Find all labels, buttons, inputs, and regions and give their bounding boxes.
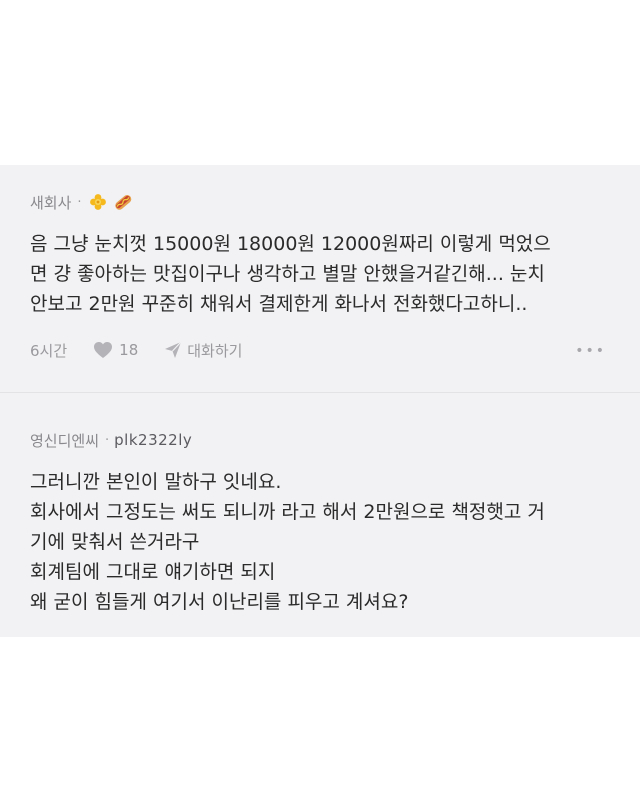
comment-line: 회사에서 그정도는 써도 되니까 라고 해서 2만원으로 책정햇고 거 [30, 501, 545, 523]
reply-label: 대화하기 [187, 341, 243, 360]
comment-line: 회계팀에 그대로 얘기하면 되지 [30, 561, 276, 583]
comment-body: 음 그냥 눈치껏 15000원 18000원 12000원짜리 이렇게 먹었으 … [30, 229, 610, 319]
author-name[interactable]: 새회사 [30, 192, 71, 213]
comment-body: 그러니깐 본인이 말하구 잇네요. 회사에서 그정도는 써도 되니까 라고 해서… [30, 467, 610, 617]
heart-icon [94, 342, 113, 358]
comment-header: 영신디엔씨 · plk2322ly [30, 427, 610, 453]
author-name[interactable]: 영신디엔씨 [30, 430, 99, 451]
comment-line: 기에 맞춰서 쓴거라구 [30, 531, 200, 553]
comment-line: 그러니깐 본인이 말하구 잇네요. [30, 471, 282, 493]
like-button[interactable]: 18 [93, 341, 138, 359]
reply-button[interactable]: 대화하기 [164, 340, 242, 361]
comment: 영신디엔씨 · plk2322ly 그러니깐 본인이 말하구 잇네요. 회사에서… [30, 427, 610, 617]
separator-dot: · [105, 432, 110, 448]
like-count: 18 [119, 341, 139, 359]
comment-meta: 6시간 18 대화하기 ••• [30, 339, 610, 361]
more-options-icon[interactable]: ••• [575, 343, 606, 359]
comment-panel: 새회사 · 음 그냥 눈치껏 15000원 18000원 12000원짜리 이렇… [0, 165, 640, 637]
comment-line: 왜 굳이 힘들게 여기서 이난리를 피우고 계셔요? [30, 591, 409, 613]
comment-line: 면 걍 좋아하는 맛집이구나 생각하고 별말 안했을거같긴해... 눈치 [30, 263, 545, 285]
comment-time: 6시간 [30, 341, 68, 360]
flower-badge-icon [87, 191, 109, 213]
comment-line: 안보고 2만원 꾸준히 채워서 결제한게 화나서 전화했다고하니.. [30, 293, 528, 315]
send-icon [165, 341, 182, 358]
author-handle[interactable]: plk2322ly [114, 431, 192, 449]
separator-dot: · [77, 194, 82, 210]
comment: 새회사 · 음 그냥 눈치껏 15000원 18000원 12000원짜리 이렇… [30, 189, 610, 361]
hotdog-emoji-icon [112, 191, 134, 213]
comment-line: 음 그냥 눈치껏 15000원 18000원 12000원짜리 이렇게 먹었으 [30, 233, 551, 255]
comment-divider [0, 392, 640, 393]
comment-header: 새회사 · [30, 189, 610, 215]
